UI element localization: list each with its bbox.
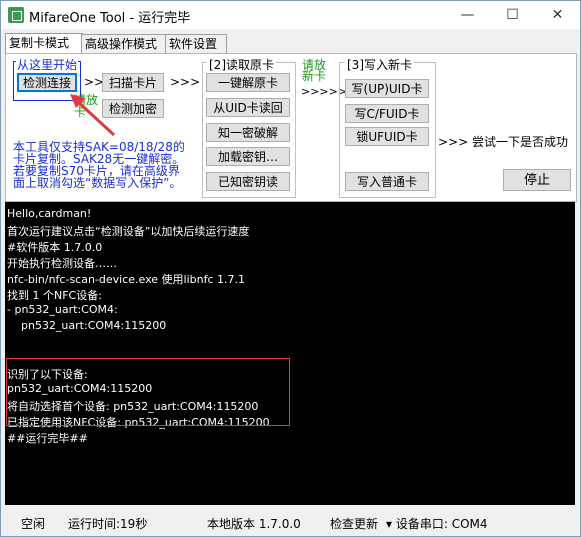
lock-ufuid-card-button[interactable]: 锁UFUID卡 xyxy=(345,127,429,146)
highlight-box xyxy=(6,358,290,426)
console-line: 首次运行建议点击“检测设备”以加快后续运行速度 xyxy=(7,225,250,238)
write-uid-card-button[interactable]: 写(UP)UID卡 xyxy=(345,79,429,98)
tab-advanced-mode[interactable]: 高级操作模式 xyxy=(81,34,169,53)
try-label: >>> 尝试一下是否成功 xyxy=(438,135,568,149)
console-line: 开始执行检测设备…… xyxy=(7,257,117,270)
console-line: nfc-bin/nfc-scan-device.exe 使用libnfc 1.7… xyxy=(7,273,246,286)
notice-line: 面上取消勾选“数据写入保护”。 xyxy=(13,176,182,190)
window-title: MifareOne Tool - 运行完毕 xyxy=(29,11,191,26)
copy-mode-panel: 从这里开始 检测连接 >> 扫描卡片 >>> 请放卡 检测加密 本工具仅支持SA… xyxy=(5,53,577,202)
console-output[interactable]: Hello,cardman! 首次运行建议点击“检测设备”以加快后续运行速度 #… xyxy=(5,202,575,505)
status-idle: 空闲 xyxy=(21,517,46,531)
start-label: 从这里开始 xyxy=(16,56,79,73)
scan-card-button[interactable]: 扫描卡片 xyxy=(102,73,164,92)
stop-button[interactable]: 停止 xyxy=(503,169,571,191)
app-icon xyxy=(8,7,24,23)
tab-settings[interactable]: 软件设置 xyxy=(165,34,227,53)
device-port-selector[interactable]: ▾ 设备串口: COM4 xyxy=(386,515,488,532)
console-line: - pn532_uart:COM4: xyxy=(7,303,118,316)
app-window: MifareOne Tool - 运行完毕 — ☐ ✕ 复制卡模式 高级操作模式… xyxy=(0,0,581,537)
console-line: ##运行完毕## xyxy=(7,432,88,445)
status-version: 本地版本 1.7.0.0 xyxy=(207,517,301,531)
guide-arrow-icon xyxy=(70,94,116,136)
known-one-key-crack-button[interactable]: 知一密破解 xyxy=(206,123,290,142)
console-line: 找到 1 个NFC设备: xyxy=(7,289,102,302)
known-key-read-button[interactable]: 已知密钥读 xyxy=(206,172,290,191)
one-click-decrypt-button[interactable]: 一键解原卡 xyxy=(206,73,290,92)
console-line: #软件版本 1.7.0.0 xyxy=(7,241,103,254)
maximize-button[interactable]: ☐ xyxy=(490,1,535,29)
console-line: pn532_uart:COM4:115200 xyxy=(7,319,167,332)
status-bar: 空闲 运行时间:19秒 本地版本 1.7.0.0 检查更新 ▾ 设备串口: CO… xyxy=(1,509,580,536)
close-button[interactable]: ✕ xyxy=(535,1,580,29)
write-normal-card-button[interactable]: 写入普通卡 xyxy=(345,172,429,191)
minimize-button[interactable]: — xyxy=(445,1,490,29)
connect-button[interactable]: 检测连接 xyxy=(17,73,77,92)
notice-text: 本工具仅支持SAK=08/18/28的 卡片复制。SAK28无一键解密。 若要复… xyxy=(13,141,185,189)
check-update-link[interactable]: 检查更新 xyxy=(330,515,378,532)
status-runtime: 运行时间:19秒 xyxy=(68,517,148,531)
title-bar: MifareOne Tool - 运行完毕 — ☐ ✕ xyxy=(1,1,580,29)
arrow-2: >>> xyxy=(170,75,201,89)
place-new-card-label: 请放新卡 xyxy=(302,58,327,83)
load-keys-button[interactable]: 加载密钥… xyxy=(206,147,290,166)
read-card-group-title: [2]读取原卡 xyxy=(207,56,276,73)
console-line: Hello,cardman! xyxy=(7,207,92,220)
read-from-uid-button[interactable]: 从UID卡读回 xyxy=(206,98,290,117)
tab-copy-mode[interactable]: 复制卡模式 xyxy=(5,33,83,54)
write-card-group-title: [3]写入新卡 xyxy=(345,56,414,73)
write-fuid-card-button[interactable]: 写C/FUID卡 xyxy=(345,104,429,123)
